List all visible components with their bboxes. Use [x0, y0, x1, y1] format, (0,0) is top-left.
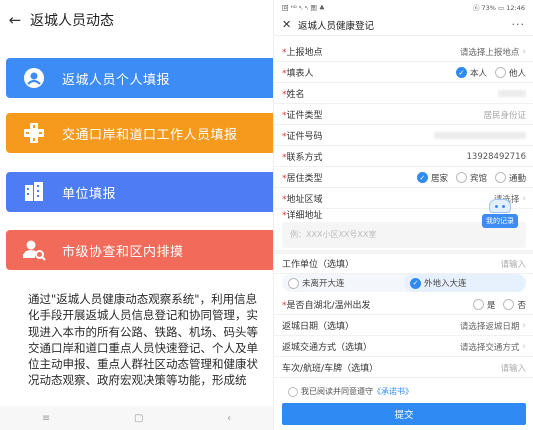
id-number-row[interactable]: *证件号码	[274, 126, 533, 146]
travel-status-segment: 未离开大连 ✓ 外地入大连	[282, 274, 526, 292]
name-value-redacted	[498, 90, 526, 97]
menu-item-label: 单位填报	[62, 186, 117, 202]
menu-item-transport-staff-report[interactable]: 交通口岸和道口工作人员填报	[6, 113, 273, 153]
form-header: ✕ 返城人员健康登记 ···	[274, 14, 533, 36]
field-label: *是否自湖北/温州出发	[282, 301, 371, 311]
my-records-label: 我的记录	[482, 214, 518, 228]
radio-empty-icon	[494, 172, 506, 183]
road-checkpoint-icon	[6, 122, 62, 144]
menu-item-city-investigation[interactable]: 市级协查和区内排摸	[6, 230, 273, 270]
terms-text: 我已阅读并同意遵守	[301, 387, 373, 396]
my-records-button[interactable]: 我的记录	[474, 199, 526, 228]
id-type-value: 居民身份证	[483, 110, 526, 121]
segment-entered[interactable]: ✓ 外地入大连	[404, 274, 526, 292]
menu-icon[interactable]: ≡	[42, 413, 50, 424]
transport-row[interactable]: 返城交通方式（选填） 请选择交通方式 ›	[274, 337, 533, 357]
radio-empty-icon	[494, 67, 506, 78]
radio-empty-icon	[455, 172, 467, 183]
chevron-right-icon: ›	[522, 46, 526, 57]
residence-hotel-radio[interactable]: 宾馆	[455, 172, 487, 184]
description-text: 通过"返城人员健康动态观察系统"，利用信息化手段开展返城人员信息登记和协同管理，…	[28, 292, 258, 388]
radio-empty-icon	[472, 299, 484, 310]
status-battery-time: ⓝ 73% ▭ 12:46	[472, 4, 525, 12]
menu-item-employer-report[interactable]: 单位填报	[6, 172, 273, 212]
residence-home-radio[interactable]: ✓ 居家	[416, 172, 448, 184]
more-icon[interactable]: ···	[512, 18, 526, 31]
chevron-right-icon: ›	[522, 320, 526, 331]
id-type-row[interactable]: *证件类型 居民身份证	[274, 105, 533, 125]
return-date-row[interactable]: 返城日期（选填） 请选择返城日期 ›	[274, 316, 533, 336]
check-icon: ✓	[410, 277, 421, 289]
left-screen: ← 返城人员动态 返城人员个人填报 交通口岸和道口工作人员填报 单位填报 市级协…	[0, 0, 273, 430]
name-row[interactable]: *姓名	[274, 84, 533, 104]
return-date-value: 请选择返城日期	[459, 321, 520, 332]
right-screen: 回 ᴴᴰ ᵃᵢ ᵃᵢ 图 ♣ ⓝ 73% ▭ 12:46 ✕ 返城人员健康登记 …	[273, 0, 533, 430]
transport-value: 请选择交通方式	[459, 342, 520, 353]
filler-other-radio[interactable]: 他人	[494, 67, 526, 79]
field-label: *姓名	[282, 90, 305, 100]
back-arrow-icon[interactable]: ←	[0, 11, 30, 29]
field-label: *填表人	[282, 69, 314, 79]
menu-item-label: 返城人员个人填报	[62, 72, 171, 88]
menu-item-label: 交通口岸和道口工作人员填报	[62, 127, 238, 143]
person-search-icon	[6, 239, 62, 261]
close-icon[interactable]: ✕	[282, 18, 298, 31]
field-label: *证件类型	[282, 111, 323, 121]
radio-empty-icon	[503, 299, 515, 310]
residence-row: *居住类型 ✓ 居家 宾馆 通勤	[274, 168, 533, 188]
phone-value: 13928492716	[466, 151, 527, 162]
field-label: *上报地点	[282, 48, 323, 58]
residence-commute-radio[interactable]: 通勤	[494, 172, 526, 184]
robot-icon	[489, 199, 511, 213]
report-place-value: 请选择上报地点	[459, 47, 520, 58]
vehicle-value: 请输入	[500, 363, 526, 374]
person-circle-icon	[6, 67, 62, 89]
filler-self-radio[interactable]: ✓ 本人	[455, 67, 487, 79]
field-label: 返城日期（选填）	[282, 322, 355, 332]
submit-button[interactable]: 提交	[282, 403, 526, 425]
id-number-redacted	[434, 132, 526, 139]
menu-item-personal-report[interactable]: 返城人员个人填报	[6, 58, 273, 98]
menu-item-label: 市级协查和区内排摸	[62, 244, 184, 260]
form-title: 返城人员健康登记	[298, 20, 375, 32]
page-title: 返城人员动态	[30, 13, 114, 29]
hubei-row: *是否自湖北/温州出发 是 否	[274, 295, 533, 315]
field-label: 车次/航班/车牌（选填）	[282, 364, 379, 374]
check-icon: ✓	[455, 67, 467, 78]
hubei-yes-radio[interactable]: 是	[472, 299, 495, 311]
check-icon: ✓	[416, 172, 428, 183]
employer-row[interactable]: 工作单位（选填） 请输入	[274, 254, 533, 274]
checkbox-icon[interactable]	[288, 386, 298, 397]
back-icon[interactable]: ‹	[227, 413, 231, 424]
terms-link[interactable]: 《承诺书》	[373, 386, 413, 397]
hubei-no-radio[interactable]: 否	[503, 299, 526, 311]
field-label: *居住类型	[282, 174, 323, 184]
status-bar: 回 ᴴᴰ ᵃᵢ ᵃᵢ 图 ♣ ⓝ 73% ▭ 12:46	[274, 0, 533, 14]
terms-agreement[interactable]: 我已阅读并同意遵守 《承诺书》	[288, 386, 413, 397]
building-icon	[6, 181, 62, 203]
home-icon[interactable]: ▢	[134, 413, 143, 424]
field-label: *联系方式	[282, 153, 323, 163]
vehicle-row[interactable]: 车次/航班/车牌（选填） 请输入	[274, 358, 533, 378]
left-header: ← 返城人员动态	[0, 0, 273, 40]
radio-empty-icon	[288, 277, 299, 289]
field-label: 工作单位（选填）	[282, 260, 355, 270]
filler-row: *填表人 ✓ 本人 他人	[274, 63, 533, 83]
report-place-row[interactable]: *上报地点 请选择上报地点 ›	[274, 42, 533, 62]
employer-value: 请输入	[500, 259, 526, 270]
segment-not-left[interactable]: 未离开大连	[282, 274, 404, 292]
phone-row[interactable]: *联系方式 13928492716	[274, 147, 533, 167]
android-nav-bar: ≡ ▢ ‹	[0, 406, 273, 430]
field-label: *证件号码	[282, 132, 323, 142]
status-signal: 回 ᴴᴰ ᵃᵢ ᵃᵢ 图 ♣	[282, 4, 325, 12]
field-label: 返城交通方式（选填）	[282, 343, 373, 353]
chevron-right-icon: ›	[522, 341, 526, 352]
